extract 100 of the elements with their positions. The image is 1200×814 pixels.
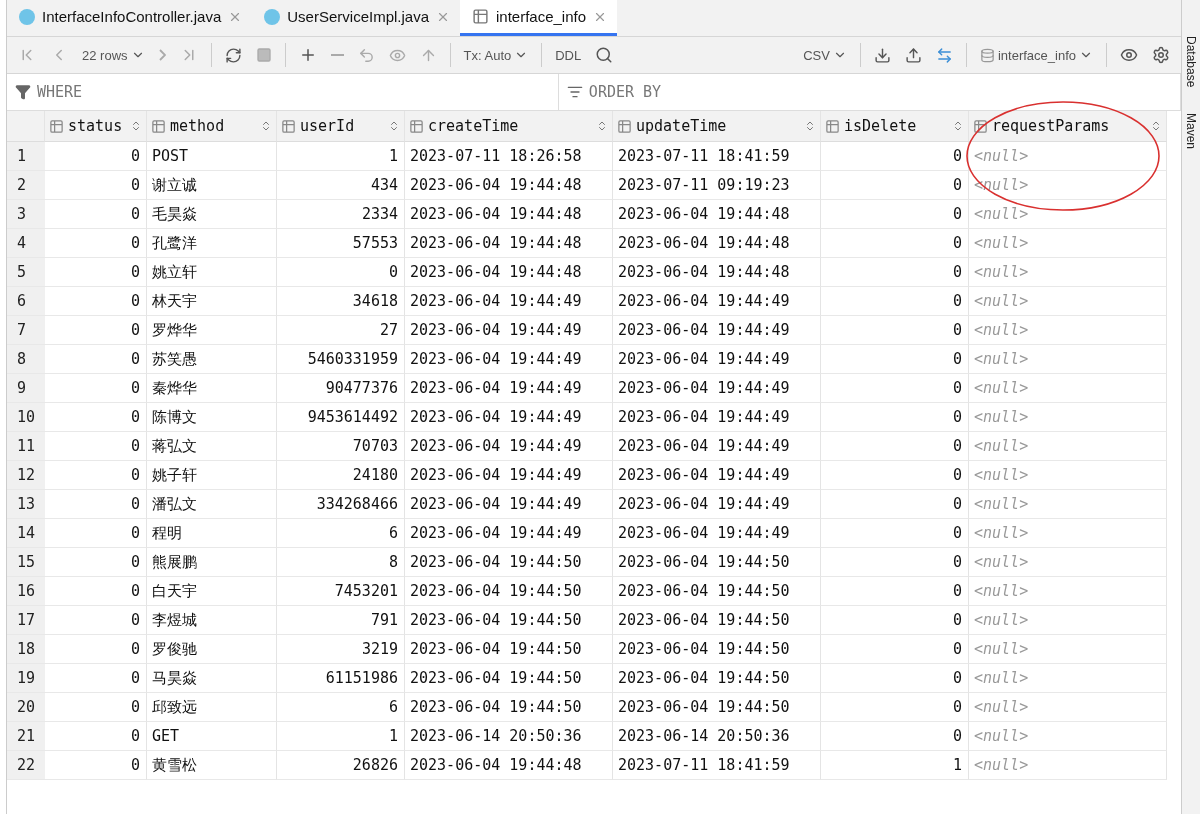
table-cell: 2023-06-04 19:44:50: [405, 664, 613, 693]
row-number: 5: [7, 258, 45, 287]
table-cell: 2023-06-04 19:44:48: [613, 200, 821, 229]
column-header[interactable]: method: [147, 111, 277, 142]
table-cell: 2023-06-04 19:44:48: [405, 229, 613, 258]
table-cell: <null>: [969, 722, 1167, 751]
sort-arrows-icon: [388, 120, 400, 132]
table-cell: POST: [147, 142, 277, 171]
upload-icon: [904, 46, 922, 64]
table-cell: 陈博文: [147, 403, 277, 432]
table-cell: 0: [45, 432, 147, 461]
row-number: 2: [7, 171, 45, 200]
table-cell: 7453201: [277, 577, 405, 606]
editor-tab[interactable]: InterfaceInfoController.java: [7, 0, 253, 36]
download-icon: [873, 46, 891, 64]
table-cell: 0: [821, 258, 969, 287]
transaction-dropdown[interactable]: Tx: Auto: [458, 44, 534, 66]
table-cell: 毛昊焱: [147, 200, 277, 229]
row-number: 3: [7, 200, 45, 229]
column-header[interactable]: requestParams: [969, 111, 1167, 142]
arrows-icon: [935, 46, 953, 64]
minus-icon: [330, 54, 344, 56]
table-cell: 2023-07-11 09:19:23: [613, 171, 821, 200]
table-cell: 2023-06-04 19:44:49: [405, 374, 613, 403]
table-icon: [472, 8, 489, 25]
table-cell: <null>: [969, 403, 1167, 432]
row-number: 14: [7, 519, 45, 548]
table-cell: 0: [45, 316, 147, 345]
editor-tab[interactable]: interface_info: [460, 0, 618, 36]
table-cell: 2023-06-04 19:44:49: [405, 519, 613, 548]
column-header[interactable]: isDelete: [821, 111, 969, 142]
table-cell: 0: [45, 751, 147, 780]
row-number: 21: [7, 722, 45, 751]
sort-arrows-icon: [596, 120, 608, 132]
undo-icon: [357, 46, 375, 64]
table-cell: 0: [821, 432, 969, 461]
chevron-right-icon: [158, 49, 166, 61]
table-cell: 2023-06-04 19:44:49: [405, 432, 613, 461]
table-cell: 姚子轩: [147, 461, 277, 490]
where-filter-field[interactable]: WHERE: [7, 74, 559, 110]
row-number: 7: [7, 316, 45, 345]
row-number: 6: [7, 287, 45, 316]
table-cell: 2023-06-04 19:44:49: [613, 287, 821, 316]
table-cell: 0: [45, 258, 147, 287]
export-format-dropdown[interactable]: CSV: [798, 44, 852, 66]
table-cell: 2023-06-04 19:44:50: [613, 548, 821, 577]
table-cell: 0: [821, 200, 969, 229]
table-cell: 2023-06-04 19:44:48: [613, 258, 821, 287]
table-cell: 罗俊驰: [147, 635, 277, 664]
table-cell: <null>: [969, 693, 1167, 722]
table-cell: 2023-06-04 19:44:49: [613, 374, 821, 403]
table-cell: 2023-06-04 19:44:49: [613, 461, 821, 490]
table-cell: 0: [45, 142, 147, 171]
sort-icon: [566, 84, 583, 100]
table-cell: 2023-06-04 19:44:50: [405, 635, 613, 664]
table-cell: <null>: [969, 142, 1167, 171]
ddl-button[interactable]: DDL: [550, 44, 587, 66]
tab-label: InterfaceInfoController.java: [42, 8, 222, 25]
table-cell: 2023-06-04 19:44:50: [613, 693, 821, 722]
refresh-icon: [224, 46, 242, 64]
side-panel-tab[interactable]: Database: [1184, 36, 1198, 88]
table-cell: 2023-06-04 19:44:50: [613, 577, 821, 606]
table-cell: 潘弘文: [147, 490, 277, 519]
column-icon: [825, 118, 840, 134]
table-cell: 孔鹭洋: [147, 229, 277, 258]
table-cell: 罗烨华: [147, 316, 277, 345]
table-cell: 0: [45, 664, 147, 693]
table-cell: 2023-06-04 19:44:48: [405, 751, 613, 780]
data-source-dropdown[interactable]: interface_info: [974, 44, 1098, 66]
table-cell: 70703: [277, 432, 405, 461]
row-number: 16: [7, 577, 45, 606]
column-header[interactable]: status: [45, 111, 147, 142]
page-size-dropdown[interactable]: 22 rows: [77, 44, 150, 66]
table-cell: <null>: [969, 519, 1167, 548]
table-cell: 791: [277, 606, 405, 635]
table-cell: <null>: [969, 635, 1167, 664]
table-cell: 2023-06-04 19:44:49: [405, 345, 613, 374]
table-cell: 0: [45, 548, 147, 577]
row-number: 4: [7, 229, 45, 258]
table-cell: 0: [821, 316, 969, 345]
row-number: 20: [7, 693, 45, 722]
table-cell: <null>: [969, 258, 1167, 287]
table-cell: 26826: [277, 751, 405, 780]
column-header[interactable]: updateTime: [613, 111, 821, 142]
column-header[interactable]: createTime: [405, 111, 613, 142]
table-cell: <null>: [969, 316, 1167, 345]
stop-icon: [255, 47, 272, 63]
tab-label: UserServiceImpl.java: [287, 8, 429, 25]
table-cell: <null>: [969, 461, 1167, 490]
table-cell: 0: [45, 606, 147, 635]
column-header[interactable]: userId: [277, 111, 405, 142]
table-cell: <null>: [969, 751, 1167, 780]
editor-tab[interactable]: UserServiceImpl.java: [252, 0, 460, 36]
table-cell: 2023-06-04 19:44:50: [405, 606, 613, 635]
sort-arrows-icon: [1150, 120, 1162, 132]
table-cell: 白天宇: [147, 577, 277, 606]
column-icon: [281, 118, 296, 134]
table-cell: 林天宇: [147, 287, 277, 316]
side-panel-tab[interactable]: Maven: [1184, 113, 1198, 150]
table-cell: 2023-06-04 19:44:49: [405, 490, 613, 519]
